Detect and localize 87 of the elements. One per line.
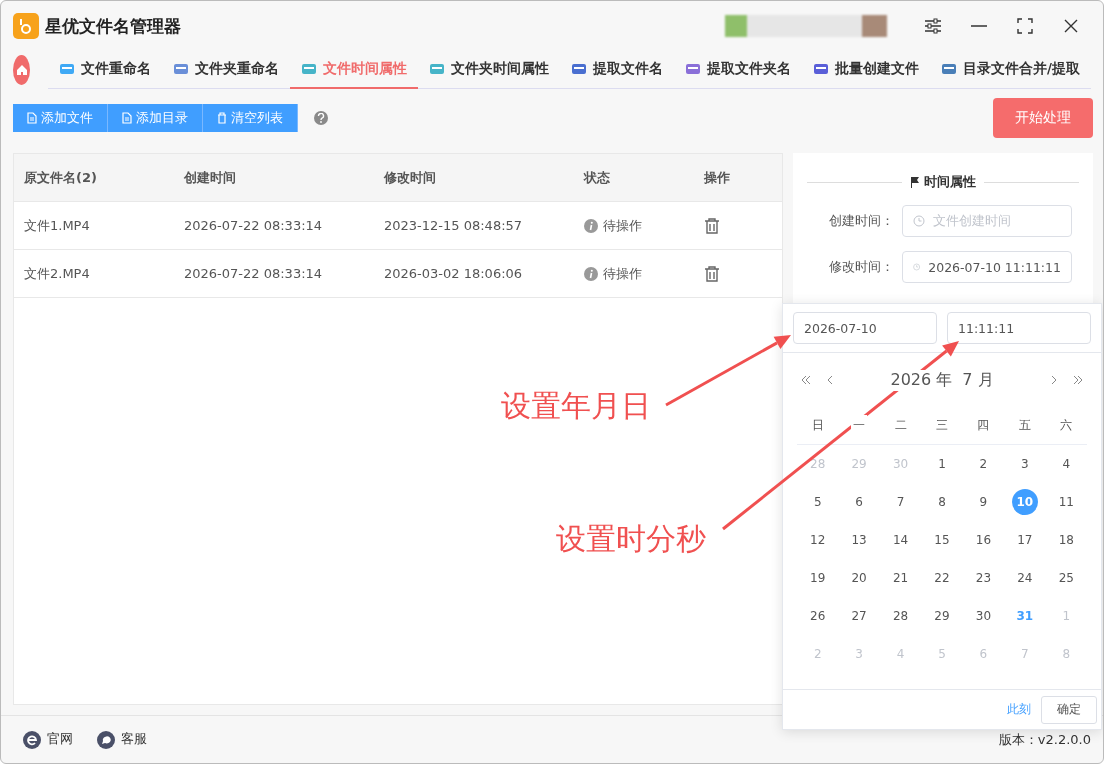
field-label: 修改时间： [828, 258, 894, 276]
trash-icon[interactable] [704, 264, 720, 283]
document-icon [122, 112, 132, 124]
status-text: 待操作 [603, 216, 642, 235]
browser-icon [23, 730, 41, 749]
tab[interactable]: 目录文件合并/提取 [930, 51, 1091, 89]
tab[interactable]: 提取文件夹名 [674, 51, 803, 89]
calendar-day[interactable]: 17 [1011, 527, 1038, 553]
home-button[interactable] [13, 55, 31, 85]
calendar-day[interactable]: 9 [970, 489, 997, 515]
tab[interactable]: 文件重命名 [48, 51, 163, 89]
annotation-text: 设置年月日 [501, 387, 651, 425]
calendar-day[interactable]: 25 [1053, 565, 1080, 591]
tab[interactable]: 批量创建文件 [802, 51, 931, 89]
calendar-day[interactable]: 2 [970, 451, 997, 477]
clock-icon [913, 215, 925, 227]
calendar-day[interactable]: 14 [887, 527, 914, 553]
document-icon [27, 112, 37, 124]
calendar-day[interactable]: 19 [804, 565, 831, 591]
column-header: 创建时间 [174, 154, 374, 202]
info-icon [584, 218, 598, 233]
table-cell: 2026-03-02 18:06:06 [374, 250, 574, 298]
calendar-day[interactable]: 8 [929, 489, 955, 515]
clock-icon [913, 261, 921, 273]
website-link[interactable]: 官网 [23, 730, 73, 749]
trash-icon [217, 112, 227, 124]
file-icon [59, 62, 76, 76]
calendar-day[interactable]: 22 [929, 565, 955, 591]
file-icon [685, 62, 702, 76]
file-icon [941, 62, 958, 76]
support-link[interactable]: 客服 [97, 730, 147, 749]
table-cell: 2023-12-15 08:48:57 [374, 202, 574, 250]
calendar-day[interactable]: 21 [887, 565, 914, 591]
trash-icon[interactable] [704, 216, 720, 235]
confirm-button[interactable]: 确定 [1041, 695, 1097, 724]
info-icon [584, 266, 598, 281]
annotation-text: 设置时分秒 [556, 520, 706, 558]
calendar-day[interactable]: 12 [804, 527, 831, 553]
table-cell: 2026-07-22 08:33:14 [174, 250, 374, 298]
file-icon [571, 62, 588, 76]
file-icon [301, 62, 318, 76]
file-icon [173, 62, 190, 76]
calendar-day[interactable]: 13 [846, 527, 873, 553]
calendar-day[interactable]: 4 [1053, 451, 1080, 477]
datetime-field[interactable]: 2026-07-10 11:11:11 [902, 251, 1072, 283]
calendar-day[interactable]: 26 [804, 603, 831, 629]
calendar-day[interactable]: 18 [1053, 527, 1080, 553]
status-text: 待操作 [603, 264, 642, 283]
flag-icon [910, 176, 920, 188]
app-logo [13, 13, 39, 39]
calendar-day[interactable]: 5 [804, 489, 831, 515]
section-title: 时间属性 [924, 173, 976, 191]
file-icon [813, 62, 830, 76]
home-icon [15, 64, 28, 76]
tab[interactable]: 提取文件名 [560, 51, 675, 89]
calendar-day[interactable]: 29 [929, 603, 955, 629]
time-input[interactable]: 11:11:11 [947, 312, 1091, 344]
calendar-day[interactable]: 3 [1011, 451, 1038, 477]
tab[interactable]: 文件夹时间属性 [418, 51, 561, 89]
column-header: 状态 [574, 154, 694, 202]
field-label: 创建时间： [828, 212, 894, 230]
table-cell: 文件2.MP4 [14, 250, 174, 298]
column-header: 操作 [694, 154, 782, 202]
tab[interactable]: 文件夹重命名 [162, 51, 291, 89]
file-icon [429, 62, 446, 76]
calendar-day[interactable]: 11 [1053, 489, 1080, 515]
table-cell: 文件1.MP4 [14, 202, 174, 250]
calendar-day[interactable]: 27 [846, 603, 873, 629]
table-cell: 2026-07-22 08:33:14 [174, 202, 374, 250]
calendar-day[interactable]: 6 [846, 489, 873, 515]
column-header: 原文件名(2) [14, 154, 174, 202]
app-title: 星优文件名管理器 [45, 14, 181, 38]
calendar-day[interactable]: 7 [887, 489, 914, 515]
calendar-day[interactable]: 1 [929, 451, 955, 477]
calendar-day[interactable]: 16 [970, 527, 997, 553]
date-input[interactable]: 2026-07-10 [793, 312, 937, 344]
calendar-day[interactable]: 15 [929, 527, 955, 553]
column-header: 修改时间 [374, 154, 574, 202]
calendar-day[interactable]: 28 [887, 603, 914, 629]
calendar-day[interactable]: 23 [970, 565, 997, 591]
year-label[interactable]: 2026 年 [890, 369, 953, 391]
help-icon[interactable] [314, 111, 328, 125]
calendar-day[interactable]: 20 [846, 565, 873, 591]
chat-icon [97, 730, 115, 749]
calendar-day[interactable]: 24 [1011, 565, 1038, 591]
calendar-day[interactable]: 30 [970, 603, 997, 629]
version-text: 版本：v2.2.0.0 [998, 730, 1091, 749]
